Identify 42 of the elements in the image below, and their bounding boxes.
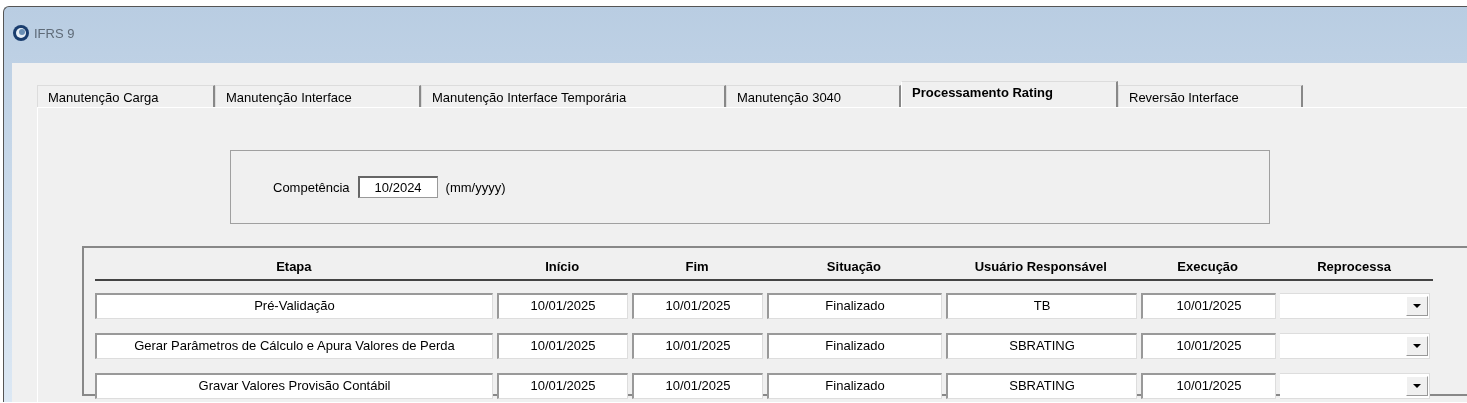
table-cell: Finalizado [767, 373, 942, 399]
tab[interactable]: Manutenção Interface [215, 85, 421, 107]
table-cell: TB [946, 293, 1137, 319]
table-cell: 10/01/2025 [632, 373, 763, 399]
table-cell: 10/01/2025 [1141, 293, 1276, 319]
tab[interactable]: Reversão Interface [1118, 85, 1303, 107]
caret-icon [1413, 304, 1421, 308]
column-header: Execução [1176, 258, 1240, 274]
column-header: Situação [825, 258, 883, 274]
column-header: Fim [684, 258, 710, 274]
tab[interactable]: Manutenção 3040 [726, 85, 901, 107]
table-cell: 10/01/2025 [497, 333, 628, 359]
table-cell: 10/01/2025 [497, 373, 628, 399]
table-cell: SBRATING [946, 373, 1137, 399]
table-cell: SBRATING [946, 333, 1137, 359]
caret-icon [1413, 344, 1421, 348]
table-cell: 10/01/2025 [1141, 333, 1276, 359]
competencia-field[interactable]: 10/2024 [357, 176, 438, 198]
table-cell: Pré-Validação [95, 293, 493, 319]
column-header: Usuário Responsável [973, 258, 1108, 274]
format-hint: (mm/yyyy) [445, 179, 506, 195]
table-cell: 10/01/2025 [1141, 373, 1276, 399]
column-header: Início [544, 258, 581, 274]
table-cell: 10/01/2025 [497, 293, 628, 319]
table-cell: Gerar Parâmetros de Cálculo e Apura Valores de Perda [95, 333, 493, 359]
caret-icon [1413, 384, 1421, 388]
tab[interactable]: Manutenção Interface Temporária [421, 85, 726, 107]
column-header: Etapa [275, 258, 313, 274]
tab[interactable]: Processamento Rating [901, 81, 1118, 107]
window-title: IFRS 9 [34, 25, 75, 41]
column-header: Reprocessa [1316, 258, 1392, 274]
table-cell: Finalizado [767, 293, 942, 319]
dropdown-button[interactable] [1406, 376, 1428, 396]
table-cell: Finalizado [767, 333, 942, 359]
table-cell: Gravar Valores Provisão Contábil [95, 373, 493, 399]
field-label: Competência [273, 179, 350, 195]
table-cell: 10/01/2025 [632, 293, 763, 319]
dropdown-button[interactable] [1406, 296, 1428, 316]
tab[interactable]: Manutenção Carga [37, 85, 215, 107]
table-cell: 10/01/2025 [632, 333, 763, 359]
dropdown-button[interactable] [1406, 336, 1428, 356]
app-logo-icon [12, 24, 30, 42]
